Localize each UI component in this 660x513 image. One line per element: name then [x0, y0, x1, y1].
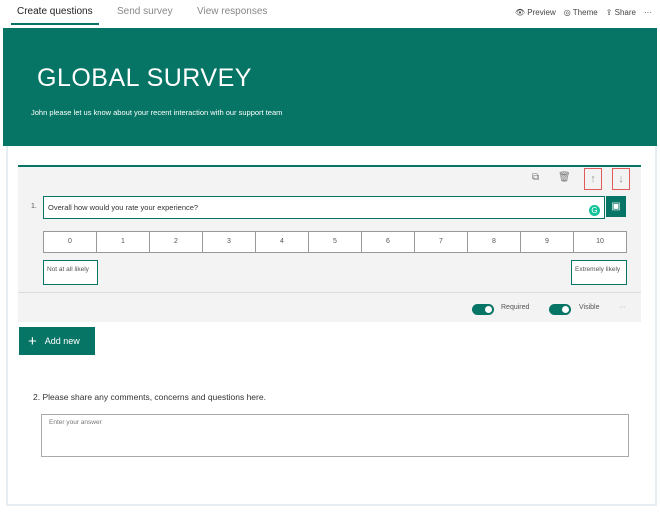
add-new-button[interactable]: + Add new: [19, 327, 95, 355]
theme-button[interactable]: ◎ Theme: [564, 8, 598, 17]
share-label: Share: [614, 8, 636, 17]
question-2-title: 2. Please share any comments, concerns a…: [33, 392, 266, 402]
required-label: Required: [501, 304, 530, 311]
question-text: Overall how would you rate your experien…: [48, 203, 199, 212]
palette-icon: ◎: [563, 8, 571, 17]
scale-option[interactable]: 9: [521, 232, 574, 252]
rating-scale: 0 1 2 3 4 5 6 7 8 9 10: [43, 231, 627, 253]
theme-label: Theme: [572, 8, 598, 17]
scale-option[interactable]: 1: [97, 232, 150, 252]
tab-create-questions[interactable]: Create questions: [11, 6, 99, 25]
scale-option[interactable]: 6: [362, 232, 415, 252]
divider: [18, 292, 641, 293]
scale-option[interactable]: 2: [150, 232, 203, 252]
scale-option[interactable]: 0: [44, 232, 97, 252]
share-icon: ⇪: [605, 8, 613, 17]
scale-option[interactable]: 5: [309, 232, 362, 252]
survey-title[interactable]: GLOBAL SURVEY: [37, 64, 252, 93]
move-down-button[interactable]: ↓: [612, 168, 630, 190]
preview-label: Preview: [527, 8, 556, 17]
delete-icon[interactable]: 🗑: [558, 172, 571, 183]
low-label-input[interactable]: Not at all likely: [43, 260, 98, 285]
more-options-button[interactable]: ···: [644, 8, 652, 17]
preview-button[interactable]: 👁 Preview: [515, 8, 556, 17]
high-label-input[interactable]: Extremely likely: [571, 260, 627, 285]
scale-option[interactable]: 4: [256, 232, 309, 252]
share-button[interactable]: ⇪ Share: [606, 8, 636, 17]
scale-option[interactable]: 8: [468, 232, 521, 252]
question-number: 1.: [31, 203, 37, 210]
required-toggle[interactable]: [472, 304, 494, 315]
tab-send-survey[interactable]: Send survey: [117, 6, 173, 17]
plus-icon: +: [28, 332, 37, 350]
question-more-button[interactable]: ···: [619, 304, 626, 311]
answer-input[interactable]: Enter your answer: [41, 414, 629, 457]
copy-icon[interactable]: ⧉: [532, 172, 539, 183]
visible-label: Visible: [579, 304, 600, 311]
eye-icon: 👁: [514, 8, 526, 17]
insert-image-button[interactable]: ▣: [606, 196, 626, 217]
tab-view-responses[interactable]: View responses: [197, 6, 267, 17]
visible-toggle[interactable]: [549, 304, 571, 315]
scale-option[interactable]: 7: [415, 232, 468, 252]
survey-banner: GLOBAL SURVEY John please let us know ab…: [3, 28, 657, 146]
grammarly-icon[interactable]: G: [589, 205, 600, 216]
image-icon: ▣: [611, 201, 621, 212]
survey-subtitle[interactable]: John please let us know about your recen…: [31, 108, 282, 117]
scale-option[interactable]: 3: [203, 232, 256, 252]
question-title-input[interactable]: Overall how would you rate your experien…: [43, 196, 605, 219]
add-new-label: Add new: [44, 336, 80, 346]
tab-bar: Create questions Send survey View respon…: [0, 0, 660, 28]
move-up-button[interactable]: ↑: [584, 168, 602, 190]
scale-option[interactable]: 10: [574, 232, 626, 252]
